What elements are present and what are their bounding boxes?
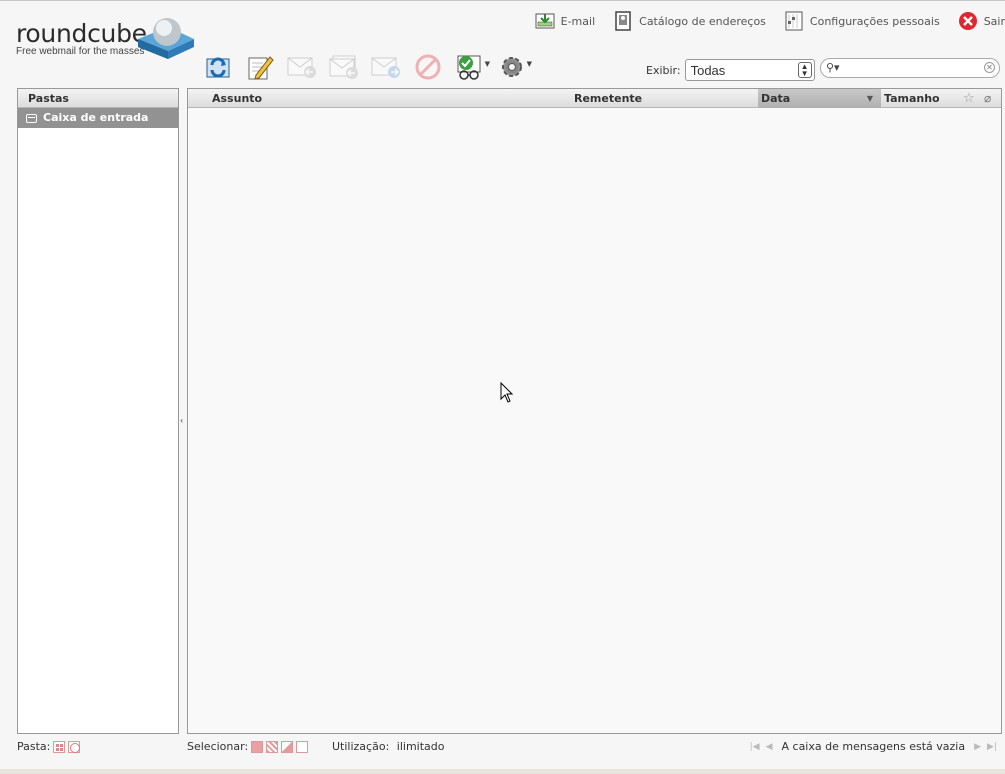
folder-actions-label: Pasta: [17,740,51,753]
window-bottom-strip [0,769,1005,774]
select-label: Selecionar: [187,740,249,753]
mouse-pointer-icon [500,382,514,403]
column-from[interactable]: Remetente [574,89,642,108]
mark-button[interactable]: ▼ [454,51,490,83]
more-actions-button[interactable]: ▼ [496,51,532,83]
select-none-icon[interactable] [296,740,309,753]
topnav-address-book[interactable]: Catálogo de endereços [613,11,766,31]
quota-label: Utilização: [332,740,390,753]
column-date[interactable]: Data ▼ [758,89,881,108]
folder-manage-icon[interactable] [53,740,66,753]
next-page-icon[interactable]: ▶ [974,742,981,752]
topnav-email-label: E-mail [560,14,596,28]
list-status: A caixa de mensagens está vazia [781,740,966,753]
logout-icon [958,12,977,30]
delete-icon [415,54,441,80]
folder-item-label: Caixa de entrada [43,111,149,124]
top-navigation: E-mail Catálogo de endereços Configuraçõ… [517,9,1005,33]
previous-page-icon[interactable]: ◀ [766,742,773,752]
settings-document-icon [785,11,803,31]
mail-download-icon [535,13,555,29]
select-arrows-icon: ▲ ▼ [797,62,812,78]
gear-icon [502,57,522,77]
filter-selected-value: Todas [690,62,726,78]
logo-wordmark: roundcube [16,19,147,48]
address-book-icon [615,11,631,31]
column-size[interactable]: Tamanho [884,89,940,108]
select-all-icon[interactable] [251,740,264,753]
topnav-logout-label: Sair [983,14,1005,28]
filter-select[interactable]: Todas ▲ ▼ [684,59,815,81]
select-unread-icon[interactable] [281,740,294,753]
column-subject[interactable]: Assunto [212,89,262,108]
compose-pencil-icon [248,56,274,80]
first-page-icon[interactable]: |◀ [750,742,760,752]
quota-value: ilimitado [396,740,445,753]
reply-icon [287,57,316,78]
reply-button[interactable] [286,51,318,83]
status-footer: Pasta: Selecionar: Utilização: ilimitado… [0,738,1005,756]
topnav-settings[interactable]: Configurações pessoais [784,11,940,31]
search-box[interactable]: ⚲▾ ✕ [820,58,1000,78]
topnav-email[interactable]: E-mail [535,11,596,31]
message-list: Assunto Remetente Data ▼ Tamanho ☆ ⌀ [187,88,1002,734]
forward-button[interactable] [370,51,402,83]
refresh-mail-icon [206,57,230,78]
reply-all-icon [329,55,358,79]
mark-menu-caret-icon: ▼ [484,60,490,68]
column-date-label: Data [761,92,791,105]
reply-all-button[interactable] [328,51,360,83]
folder-actions: Pasta: [17,740,81,753]
flag-column-star-icon[interactable]: ☆ [963,89,975,108]
last-page-icon[interactable]: ▶| [987,742,997,752]
folder-item-inbox[interactable]: Caixa de entrada [18,108,178,128]
compose-button[interactable] [244,51,276,83]
folder-panel: Pastas Caixa de entrada [17,88,179,734]
delete-button[interactable] [412,51,444,83]
more-menu-caret-icon: ▼ [526,60,532,68]
panel-splitter[interactable]: ‹ [180,416,183,425]
inbox-icon [26,113,37,123]
topnav-address-book-label: Catálogo de endereços [639,14,766,28]
sort-descending-icon: ▼ [866,94,873,103]
topnav-settings-label: Configurações pessoais [809,14,940,28]
mail-toolbar: ▼ ▼ [202,51,538,83]
folder-panel-header: Pastas [18,89,178,108]
pagination: |◀ ◀ A caixa de mensagens está vazia ▶ ▶… [747,740,1000,753]
attachment-column-icon[interactable]: ⌀ [984,89,991,108]
selection-actions: Selecionar: [187,740,309,753]
search-clear-icon[interactable]: ✕ [984,62,995,73]
message-filter: Exibir: Todas ▲ ▼ [646,59,815,81]
folder-empty-icon[interactable] [68,740,81,753]
filter-label: Exibir: [646,63,681,77]
logo-tagline: Free webmail for the masses [16,46,145,57]
check-mail-button[interactable] [202,51,234,83]
select-page-icon[interactable] [266,740,279,753]
message-list-header: Assunto Remetente Data ▼ Tamanho ☆ ⌀ [188,89,1001,108]
search-options-icon[interactable]: ⚲▾ [826,61,840,74]
roundcube-logo[interactable]: roundcube Free webmail for the masses [14,11,199,61]
forward-icon [371,57,400,78]
mark-read-icon [457,55,481,80]
logo-box-icon [138,18,194,59]
quota-display: Utilização: ilimitado [332,740,445,753]
topnav-logout[interactable]: Sair [958,11,1005,31]
